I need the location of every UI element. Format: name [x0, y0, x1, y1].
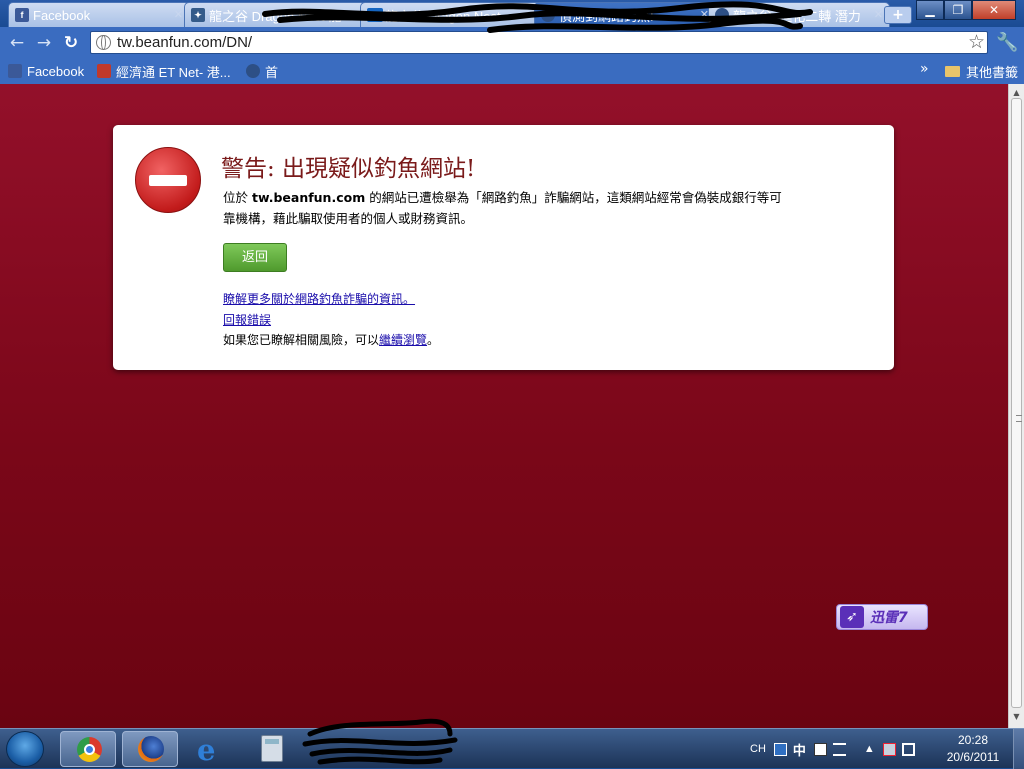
learn-more-link[interactable]: 瞭解更多關於網路釣魚詐騙的資訊。: [223, 290, 415, 307]
bookmarks-bar: Facebook 經濟通 ET Net- 港... 首 » 其他書籤: [0, 59, 1024, 84]
ime-mode[interactable]: 中: [793, 740, 806, 759]
phishing-warning-box: 警告: 出現疑似釣魚網站! 位於 tw.beanfun.com 的網站已遭檢舉為…: [113, 125, 894, 370]
proceed-suffix: 。: [427, 333, 440, 347]
globe-icon: [246, 64, 260, 78]
xunlei-bird-icon: ➶: [840, 606, 864, 628]
fullwidth-icon[interactable]: [813, 742, 827, 756]
action-center-icon[interactable]: [882, 742, 896, 756]
globe-icon: [96, 35, 111, 50]
close-icon[interactable]: ✕: [174, 8, 183, 21]
dragon-icon: ✦: [191, 8, 205, 22]
new-tab-button[interactable]: +: [884, 6, 912, 24]
firefox-icon: [138, 736, 164, 762]
facebook-icon: f: [15, 8, 29, 22]
address-bar-url[interactable]: tw.beanfun.com/DN/: [117, 34, 252, 51]
bookmark-label: Facebook: [27, 63, 85, 79]
warning-description: 位於 tw.beanfun.com 的網站已遭檢舉為「網路釣魚」詐騙網站，這類網…: [223, 187, 783, 229]
scroll-down-arrow-icon[interactable]: ▼: [1009, 710, 1024, 724]
close-icon[interactable]: ✕: [874, 8, 883, 21]
more-bookmarks-chevron-icon[interactable]: »: [920, 61, 929, 77]
etnet-icon: [97, 64, 111, 78]
xunlei-label: 迅雷7: [870, 610, 908, 626]
vertical-scrollbar[interactable]: ▲ ▼: [1008, 84, 1024, 728]
clock[interactable]: 20:28 20/6/2011: [940, 732, 1006, 766]
reload-icon[interactable]: ↻: [61, 33, 81, 53]
facebook-icon: [8, 64, 22, 78]
other-bookmarks-label: 其他書籤: [966, 66, 1019, 81]
taskbar-redaction-scribble: [302, 718, 458, 765]
taskbar-calculator-button[interactable]: [246, 731, 302, 767]
window-controls: ▁ ❐ ✕: [916, 0, 1016, 20]
forward-arrow-icon[interactable]: →: [34, 33, 54, 53]
scrollbar-thumb[interactable]: [1011, 98, 1022, 708]
tray-expand-icon[interactable]: ▲: [864, 743, 875, 755]
bookmark-label: 經濟通 ET Net- 港...: [116, 64, 231, 80]
taskbar-ie-button[interactable]: e: [184, 731, 240, 767]
back-arrow-icon[interactable]: ←: [7, 33, 27, 53]
taskbar-firefox-button[interactable]: [122, 731, 178, 767]
report-error-link[interactable]: 回報錯誤: [223, 311, 271, 328]
warning-site: tw.beanfun.com: [251, 190, 366, 205]
scrollbar-grip: [1016, 415, 1022, 422]
other-bookmarks[interactable]: 其他書籤: [945, 62, 1018, 81]
xunlei-floating-badge[interactable]: ➶ 迅雷7: [836, 604, 928, 630]
calculator-icon: [261, 735, 283, 762]
wrench-menu-icon[interactable]: 🔧: [996, 32, 1018, 53]
language-indicator[interactable]: CH: [750, 743, 766, 755]
bookmark-etnet[interactable]: 經濟通 ET Net- 港...: [97, 62, 231, 80]
stop-bar: [149, 175, 187, 186]
tab-facebook[interactable]: f Facebook ✕: [8, 2, 190, 27]
maximize-button[interactable]: ❐: [944, 0, 972, 20]
back-button[interactable]: 返回: [223, 243, 287, 272]
proceed-line: 如果您已瞭解相關風險，可以繼續瀏覽。: [223, 331, 439, 348]
tab-title: Facebook: [33, 7, 91, 23]
redaction-scribble: [262, 1, 813, 33]
system-tray: CH 中 ▲: [750, 729, 921, 769]
proceed-prefix: 如果您已瞭解相關風險，可以: [223, 333, 380, 347]
bookmark-star-icon[interactable]: ☆: [968, 31, 985, 53]
start-button[interactable]: [6, 731, 44, 767]
windows-taskbar: e CH 中 ▲ 20:28 20/6/2011: [0, 728, 1024, 769]
network-icon[interactable]: [901, 742, 915, 756]
proceed-link[interactable]: 繼續瀏覽: [379, 333, 427, 347]
minimize-button[interactable]: ▁: [916, 0, 944, 20]
stop-icon: [135, 147, 201, 213]
warning-body-prefix: 位於: [223, 190, 252, 205]
bookmark-redacted[interactable]: 首: [246, 62, 278, 80]
show-desktop-button[interactable]: [1013, 729, 1024, 769]
clock-date: 20/6/2011: [946, 750, 1000, 764]
bookmark-facebook[interactable]: Facebook: [8, 62, 84, 80]
warning-title: 警告: 出現疑似釣魚網站!: [221, 156, 476, 182]
ime-options-icon[interactable]: [832, 742, 846, 756]
folder-icon: [945, 66, 960, 77]
clock-time: 20:28: [957, 733, 989, 747]
chrome-icon: [77, 737, 102, 762]
taskbar-chrome-button[interactable]: [60, 731, 116, 767]
bookmark-label: 首: [265, 64, 279, 80]
close-window-button[interactable]: ✕: [972, 0, 1016, 20]
ie-icon: e: [197, 733, 216, 767]
ime-icon[interactable]: [773, 742, 787, 756]
